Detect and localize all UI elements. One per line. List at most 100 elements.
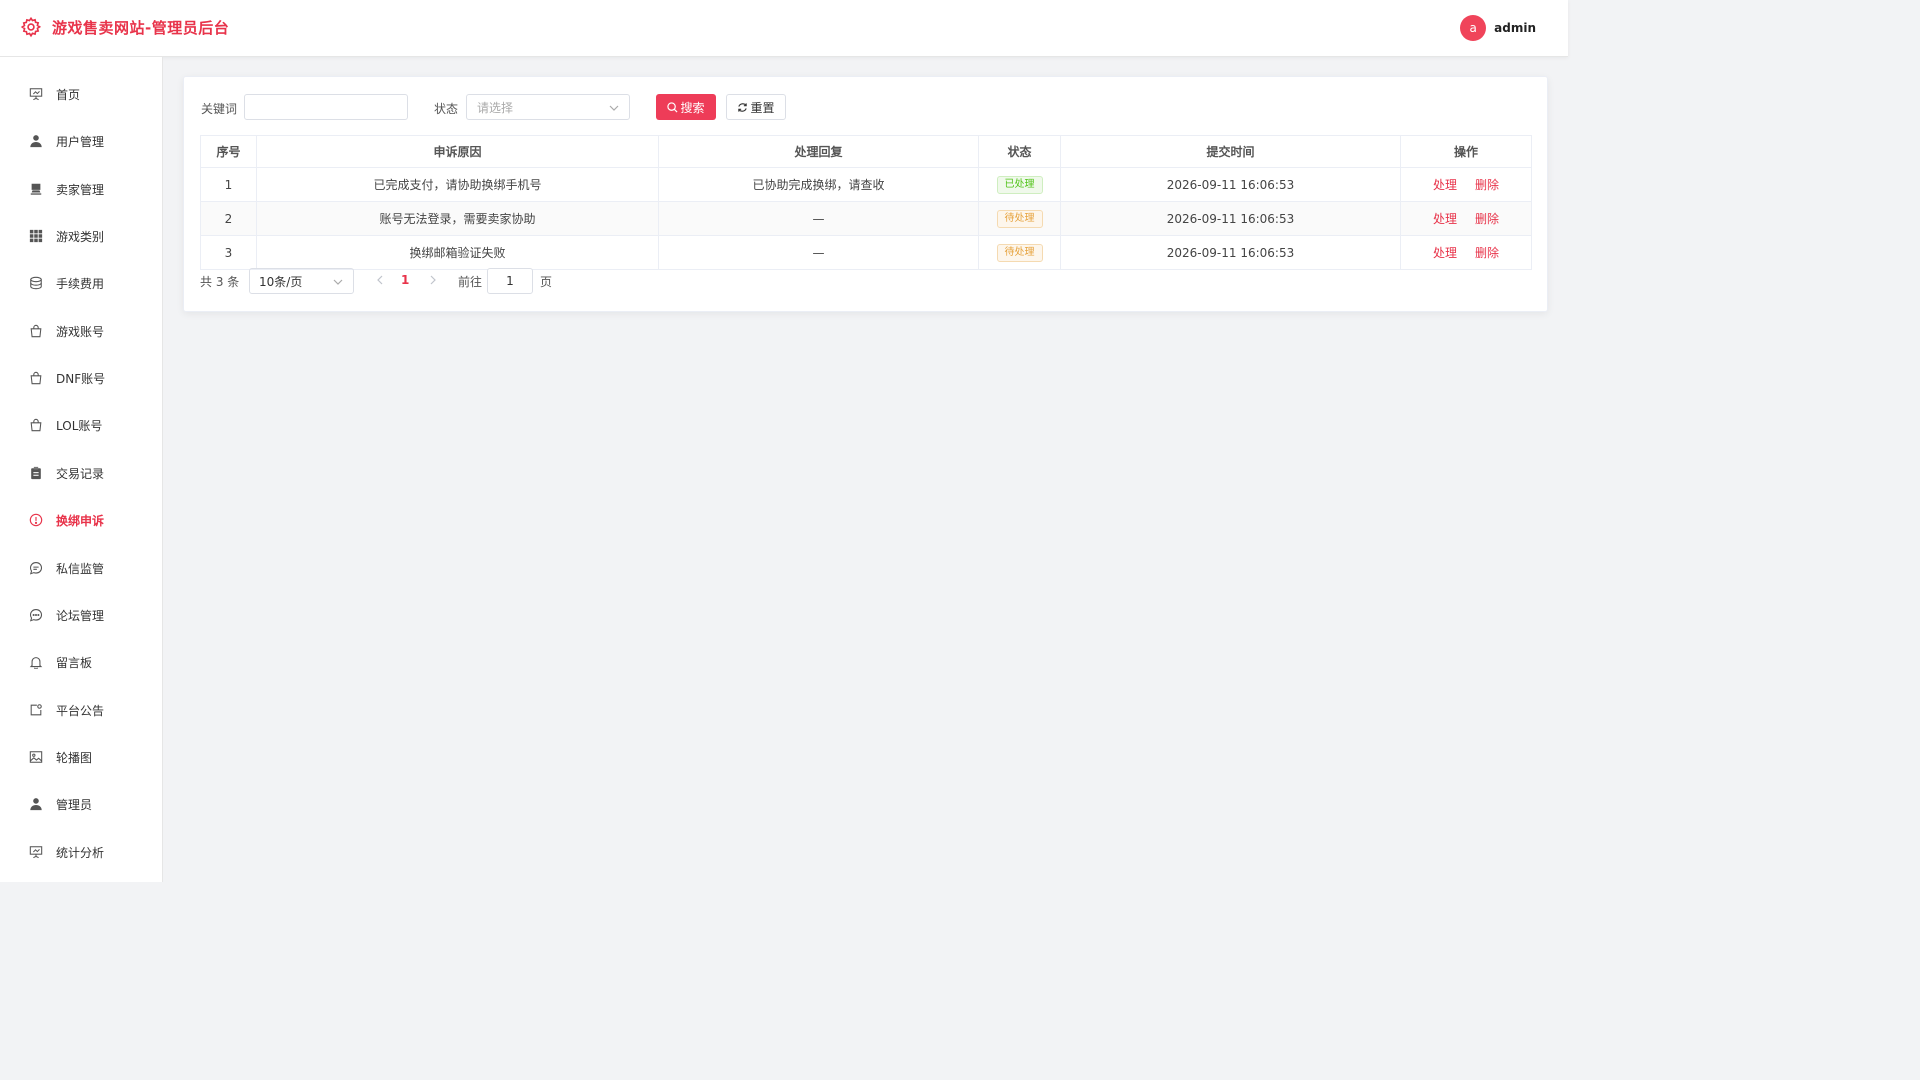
grid-icon [28,228,44,244]
top-header: 游戏售卖网站-管理员后台 a admin [0,0,1568,57]
sidebar-item-3[interactable]: 游戏类别 [0,216,162,256]
chat-icon [28,560,44,576]
sidebar-item-label: 轮播图 [56,750,93,765]
user-menu[interactable]: a admin [1460,15,1536,41]
page-size-select[interactable]: 10条/页 [249,268,354,294]
table-row: 2 账号无法登录，需要卖家协助 — 待处理 2026-09-11 16:06:53 处理 删… [200,201,1532,236]
reset-button-label: 重置 [750,100,775,115]
sidebar-item-15[interactable]: 管理员 [0,784,162,824]
reset-button[interactable]: 重置 [726,94,786,120]
sidebar-item-0[interactable]: 首页 [0,74,162,114]
bell-icon [28,654,44,670]
sidebar-item-8[interactable]: 交易记录 [0,453,162,493]
current-page[interactable]: 1 [401,273,409,287]
table-row: 1 已完成支付，请协助换绑手机号 已协助完成换绑，请查收 已处理 2026-09-11 … [200,167,1532,202]
avatar[interactable]: a [1460,15,1487,41]
cell-reply: 已协助完成换绑，请查收 [658,167,979,202]
sidebar-item-label: DNF账号 [56,371,106,386]
sidebar-item-16[interactable]: 统计分析 [0,832,162,872]
chat-dots-icon [28,607,44,623]
goto-page-input[interactable] [487,268,533,294]
sidebar-item-2[interactable]: 卖家管理 [0,169,162,209]
prev-page-icon[interactable] [375,274,385,286]
pagination: 共 3 条 10条/页 1 前往 页 [200,268,800,294]
sidebar-item-label: 私信监管 [56,561,105,576]
bag-icon [28,370,44,386]
presentation-icon [28,86,44,102]
search-button-label: 搜索 [680,100,705,115]
cell-actions: 处理 删除 [1400,167,1532,202]
sidebar-item-label: 卖家管理 [56,182,105,197]
user-icon [28,796,44,812]
sidebar-item-14[interactable]: 轮播图 [0,737,162,777]
status-badge: 待处理 [996,243,1043,262]
sidebar-item-label: 首页 [56,87,81,102]
sidebar-item-13[interactable]: 平台公告 [0,690,162,730]
cell-time: 2026-09-11 16:06:53 [1060,167,1401,202]
col-status: 状态 [978,135,1061,168]
cell-reply: — [658,201,979,236]
sidebar-item-11[interactable]: 论坛管理 [0,595,162,635]
search-icon [667,101,678,113]
main-card: 关键词 状态 请选择 搜索 重置 序号 申诉原因 处理回复 状态 提交时间 操作… [183,76,1548,312]
chevron-down-icon [609,105,619,111]
next-page-icon[interactable] [428,274,438,286]
sidebar-item-label: 游戏类别 [56,229,105,244]
handle-link[interactable]: 处理 [1433,212,1457,226]
table-header-row: 序号 申诉原因 处理回复 状态 提交时间 操作 [200,135,1532,168]
cell-actions: 处理 删除 [1400,201,1532,236]
sidebar-item-12[interactable]: 留言板 [0,642,162,682]
keyword-label: 关键词 [201,102,238,116]
sidebar-item-1[interactable]: 用户管理 [0,121,162,161]
sidebar-item-label: 论坛管理 [56,608,105,623]
search-button[interactable]: 搜索 [656,94,716,120]
status-select-placeholder: 请选择 [477,100,514,115]
status-badge: 待处理 [996,209,1043,228]
sidebar-item-5[interactable]: 游戏账号 [0,311,162,351]
sidebar-item-label: 留言板 [56,655,93,670]
status-select[interactable]: 请选择 [466,94,630,120]
cell-status: 已处理 [978,167,1061,202]
sidebar-item-label: 管理员 [56,797,93,812]
sidebar-item-label: 统计分析 [56,845,105,860]
sidebar-item-10[interactable]: 私信监管 [0,548,162,588]
status-label: 状态 [434,102,459,116]
sidebar-item-label: 用户管理 [56,134,105,149]
cell-time: 2026-09-11 16:06:53 [1060,235,1401,270]
refresh-icon [738,102,748,112]
gear-icon [20,16,42,38]
delete-link[interactable]: 删除 [1475,246,1499,260]
delete-link[interactable]: 删除 [1475,212,1499,226]
keyword-input[interactable] [244,94,408,120]
coins-icon [28,275,44,291]
username[interactable]: admin [1494,21,1536,35]
cell-index: 1 [200,167,257,202]
sidebar-item-7[interactable]: LOL账号 [0,405,162,445]
sidebar-item-4[interactable]: 手续费用 [0,263,162,303]
sidebar-item-label: 换绑申诉 [56,513,105,528]
sidebar: 首页用户管理卖家管理游戏类别手续费用游戏账号 DNF账号 LOL账号交易记录换绑申诉… [0,57,163,882]
cell-actions: 处理 删除 [1400,235,1532,270]
col-actions: 操作 [1400,135,1532,168]
status-badge: 已处理 [996,175,1043,194]
handle-link[interactable]: 处理 [1433,178,1457,192]
col-reason: 申诉原因 [256,135,659,168]
delete-link[interactable]: 删除 [1475,178,1499,192]
goto-label: 前往 [458,275,483,289]
pagination-total: 共 3 条 [200,275,240,289]
sidebar-item-9[interactable]: 换绑申诉 [0,500,162,540]
sidebar-item-6[interactable]: DNF账号 [0,358,162,398]
sidebar-item-label: 手续费用 [56,276,105,291]
presentation-icon [28,844,44,860]
user-icon [28,133,44,149]
cell-reason: 已完成支付，请协助换绑手机号 [256,167,659,202]
sidebar-item-label: 平台公告 [56,703,105,718]
clipboard-icon [28,465,44,481]
notice-icon [28,702,44,718]
cell-reason: 换绑邮箱验证失败 [256,235,659,270]
brand[interactable]: 游戏售卖网站-管理员后台 [20,16,229,38]
cell-reason: 账号无法登录，需要卖家协助 [256,201,659,236]
bag-icon [28,417,44,433]
handle-link[interactable]: 处理 [1433,246,1457,260]
appeal-table: 序号 申诉原因 处理回复 状态 提交时间 操作 1 已完成支付，请协助换绑手机号已… [200,135,1532,270]
